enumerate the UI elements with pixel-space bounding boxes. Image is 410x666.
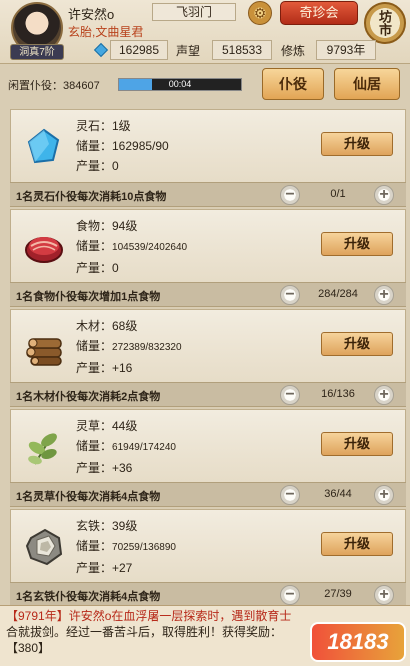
top-status-bar: 洞真7阶 许安然o 飞羽门 ⚙ 奇珍会 坊市 玄胎,文曲星君 162985 声望… [0, 0, 410, 64]
resource-info: 木材：68级 储量：272389/832320 产量：+16 [76, 316, 182, 378]
spirit-stone-count: 162985 [110, 40, 168, 60]
increase-worker-button[interactable]: + [374, 485, 394, 505]
spirit-stone-icon [27, 128, 60, 164]
decrease-worker-button[interactable]: − [280, 485, 300, 505]
herb-icon [28, 433, 57, 465]
treasure-fair-button[interactable]: 奇珍会 [280, 1, 358, 25]
resource-level: 木材：68级 [76, 319, 138, 333]
worker-row-food: 1名食物仆役每次增加1点食物 − 284/284 + [10, 282, 406, 307]
resource-info: 食物：94级 储量：104539/2402640 产量：0 [76, 216, 187, 278]
worker-row-iron: 1名玄铁仆役每次消耗4点食物 − 27/39 + [10, 582, 406, 607]
upgrade-button[interactable]: 升级 [321, 132, 393, 156]
worker-count: 36/44 [324, 488, 352, 500]
wood-icon [26, 338, 62, 366]
worker-description: 1名木材仆役每次消耗2点食物 [16, 391, 161, 403]
worker-description: 1名食物仆役每次增加1点食物 [16, 291, 161, 303]
resource-card-spirit-stone: 灵石：1级 储量：162985/90 产量：0 升级 [10, 109, 406, 184]
upgrade-button[interactable]: 升级 [321, 532, 393, 556]
worker-description: 1名灵石仆役每次消耗10点食物 [16, 191, 167, 203]
increase-worker-button[interactable]: + [374, 585, 394, 605]
resource-output: 产量：+16 [76, 361, 133, 375]
decrease-worker-button[interactable]: − [280, 585, 300, 605]
increase-worker-button[interactable]: + [374, 385, 394, 405]
market-button[interactable]: 坊市 [364, 2, 406, 44]
resource-storage: 储量：61949/174240 [76, 436, 176, 458]
idle-servants-label: 闲置仆役：384607 [8, 80, 100, 92]
event-log[interactable]: 【9791年】许安然o在血浮屠一层探索时，遇到散育士 合就拔剑。经过一番苦斗后，… [0, 605, 410, 666]
spirit-stone-currency-icon [93, 42, 109, 58]
worker-row-spirit-stone: 1名灵石仆役每次消耗10点食物 − 0/1 + [10, 182, 406, 207]
worker-description: 1名玄铁仆役每次消耗4点食物 [16, 591, 161, 603]
storage-value: 104539/2402640 [112, 242, 188, 253]
resource-output: 产量：+27 [76, 561, 133, 575]
decrease-worker-button[interactable]: − [280, 185, 300, 205]
resource-card-wood: 木材：68级 储量：272389/832320 产量：+16 升级 [10, 309, 406, 384]
worker-count: 284/284 [318, 288, 358, 300]
increase-worker-button[interactable]: + [374, 285, 394, 305]
decrease-worker-button[interactable]: − [280, 285, 300, 305]
upgrade-button[interactable]: 升级 [321, 332, 393, 356]
resource-level: 食物：94级 [76, 219, 138, 233]
resource-level: 灵石：1级 [76, 119, 131, 133]
site-watermark-logo: 18183 [310, 622, 406, 662]
storage-value: 61949/174240 [112, 442, 176, 453]
cultivation-label: 修炼 [281, 44, 306, 58]
worker-count: 27/39 [324, 588, 352, 600]
storage-label: 储量： [76, 339, 113, 353]
increase-worker-button[interactable]: + [374, 185, 394, 205]
worker-description: 1名灵草仆役每次消耗4点食物 [16, 491, 161, 503]
upgrade-button[interactable]: 升级 [321, 232, 393, 256]
resource-info: 玄铁：39级 储量：70259/136890 产量：+27 [76, 516, 176, 578]
resource-info: 灵草：44级 储量：61949/174240 产量：+36 [76, 416, 176, 478]
resource-storage: 储量：272389/832320 [76, 336, 182, 358]
player-name: 许安然o [68, 7, 115, 22]
worker-count: 16/136 [321, 388, 355, 400]
resource-storage: 储量：162985/90 [76, 139, 169, 153]
resource-level: 玄铁：39级 [76, 519, 138, 533]
gear-icon[interactable]: ⚙ [248, 1, 272, 25]
reputation-value: 518533 [212, 40, 272, 60]
resource-level: 灵草：44级 [76, 419, 138, 433]
storage-label: 储量： [76, 239, 113, 253]
resource-storage: 储量：104539/2402640 [76, 236, 187, 258]
reputation-label: 声望 [176, 44, 201, 58]
idle-timer: 00:04 [168, 79, 192, 89]
storage-value: 70259/136890 [112, 542, 176, 553]
worker-row-herb: 1名灵草仆役每次消耗4点食物 − 36/44 + [10, 482, 406, 507]
resource-output: 产量：0 [76, 159, 119, 173]
player-title: 玄胎,文曲星君 [68, 25, 144, 39]
idle-progress-bar: 00:04 [118, 78, 242, 91]
resource-info: 灵石：1级 储量：162985/90 产量：0 [76, 116, 169, 176]
tab-servants[interactable]: 仆役 [262, 68, 324, 100]
cultivation-value: 9793年 [316, 40, 376, 60]
resource-output: 产量：0 [76, 261, 119, 275]
upgrade-button[interactable]: 升级 [321, 432, 393, 456]
tab-residence[interactable]: 仙居 [334, 68, 400, 100]
iron-ore-icon [25, 528, 63, 566]
resource-output: 产量：+36 [76, 461, 133, 475]
avatar-frame[interactable]: 洞真7阶 [8, 2, 66, 60]
sect-name: 飞羽门 [152, 3, 236, 21]
storage-value: 272389/832320 [112, 342, 182, 353]
resource-card-iron: 玄铁：39级 储量：70259/136890 产量：+27 升级 [10, 509, 406, 584]
worker-row-wood: 1名木材仆役每次消耗2点食物 − 16/136 + [10, 382, 406, 407]
resource-card-food: 食物：94级 储量：104539/2402640 产量：0 升级 [10, 209, 406, 284]
storage-label: 储量： [76, 439, 113, 453]
meat-icon [25, 237, 63, 263]
decrease-worker-button[interactable]: − [280, 385, 300, 405]
resource-card-herb: 灵草：44级 储量：61949/174240 产量：+36 升级 [10, 409, 406, 484]
storage-label: 储量： [76, 539, 113, 553]
resource-storage: 储量：70259/136890 [76, 536, 176, 558]
worker-count: 0/1 [330, 188, 346, 200]
realm-badge: 洞真7阶 [10, 44, 64, 60]
